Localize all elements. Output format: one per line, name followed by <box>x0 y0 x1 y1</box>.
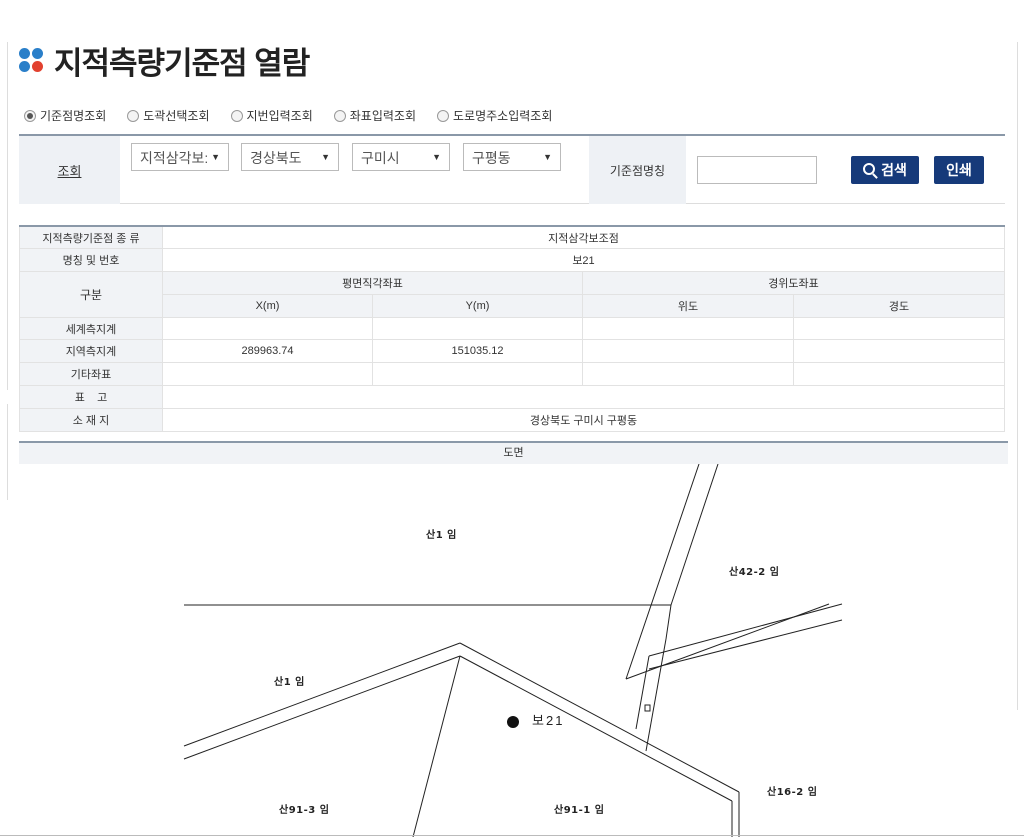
page-header: 지적측량기준점 열람 <box>19 38 310 83</box>
elevation-label: 표 고 <box>19 385 163 409</box>
search-button[interactable]: 검색 <box>851 156 919 184</box>
province-select[interactable]: 경상북도 ▼ <box>241 143 339 171</box>
elevation-value <box>162 385 1005 409</box>
cell-lon <box>793 316 1005 341</box>
location-value: 경상북도 구미시 구평동 <box>162 407 1005 432</box>
cell-lon <box>793 339 1005 364</box>
cadastral-map[interactable]: 산1 임 산42-2 임 산1 임 산91-3 임 산91-1 임 산16-2 … <box>19 464 1008 837</box>
dropdown-arrow-icon: ▼ <box>211 152 220 162</box>
cell-x <box>162 362 373 387</box>
parcel-label: 산1 임 <box>274 677 305 688</box>
cell-y <box>372 362 583 387</box>
table-row: 소 재 지 경상북도 구미시 구평동 <box>19 407 1005 432</box>
radio-icon <box>230 109 243 122</box>
point-name-label: 기준점명칭 <box>589 136 686 204</box>
table-row: 지적측량기준점 종 류 지적삼각보조점 <box>19 225 1005 250</box>
row-label: 세계측지계 <box>19 316 163 341</box>
page-title: 지적측량기준점 열람 <box>54 46 310 81</box>
select-value: 구미시 <box>361 150 400 166</box>
table-row: 구분 평면직각좌표 경위도좌표 <box>19 271 1005 318</box>
cell-x <box>162 316 373 341</box>
cell-lat <box>582 362 794 387</box>
type-value: 지적삼각보조점 <box>162 225 1005 250</box>
col-lon: 경도 <box>793 293 1005 318</box>
location-label: 소 재 지 <box>19 407 163 432</box>
radio-lot-number-search[interactable]: 지번입력조회 <box>230 107 313 124</box>
table-row: 기타좌표 <box>19 362 1005 387</box>
radio-icon <box>127 109 140 122</box>
plane-coord-header: 평면직각좌표 <box>162 271 583 295</box>
parcel-label: 산91-1 임 <box>554 805 605 816</box>
left-panel-edge <box>0 42 8 390</box>
name-label: 명칭 및 번호 <box>19 248 163 273</box>
radio-road-address-search[interactable]: 도로명주소입력조회 <box>437 107 552 124</box>
radio-name-search[interactable]: 기준점명조회 <box>24 107 106 124</box>
search-button-label: 검색 <box>881 162 907 178</box>
title-dots-icon <box>19 47 45 74</box>
right-panel-edge <box>1017 42 1024 710</box>
table-row: 세계측지계 <box>19 316 1005 341</box>
cell-y: 151035.12 <box>372 339 583 364</box>
point-type-select[interactable]: 지적삼각보: ▼ <box>131 143 229 171</box>
left-panel-edge <box>0 404 8 500</box>
type-label: 지적측량기준점 종 류 <box>19 225 163 250</box>
geo-coord-header: 경위도좌표 <box>582 271 1005 295</box>
parcel-label: 산42-2 임 <box>729 567 780 578</box>
cell-lon <box>793 362 1005 387</box>
cell-lat <box>582 316 794 341</box>
col-x: X(m) <box>162 293 373 318</box>
parcel-label: 산1 임 <box>426 530 457 541</box>
table-row: 표 고 <box>19 385 1005 409</box>
dropdown-arrow-icon: ▼ <box>543 152 552 162</box>
radio-label: 도로명주소입력조회 <box>453 109 553 123</box>
search-label: 조회 <box>19 136 120 204</box>
cell-x: 289963.74 <box>162 339 373 364</box>
radio-icon <box>333 109 346 122</box>
cell-y <box>372 316 583 341</box>
category-label: 구분 <box>19 271 163 318</box>
row-label: 기타좌표 <box>19 362 163 387</box>
select-value: 지적삼각보: <box>140 150 209 166</box>
search-icon <box>863 163 876 175</box>
select-value: 경상북도 <box>250 150 302 166</box>
col-y: Y(m) <box>372 293 583 318</box>
parcel-label: 산91-3 임 <box>279 805 330 816</box>
name-value: 보21 <box>162 248 1005 273</box>
radio-icon <box>24 109 36 122</box>
radio-label: 좌표입력조회 <box>349 109 416 123</box>
print-button-label: 인쇄 <box>946 162 972 178</box>
select-value: 구평동 <box>472 150 511 166</box>
radio-map-sheet-search[interactable]: 도곽선택조회 <box>127 107 210 124</box>
radio-label: 도곽선택조회 <box>143 109 210 123</box>
cell-lat <box>582 339 794 364</box>
control-point-label: 보21 <box>532 713 565 728</box>
dropdown-arrow-icon: ▼ <box>321 152 330 162</box>
point-name-input[interactable] <box>697 156 817 184</box>
search-panel: 조회 지적삼각보: ▼ 경상북도 ▼ 구미시 ▼ 구평동 ▼ 기준점명칭 검색 … <box>19 134 1005 204</box>
control-point-info-table: 지적측량기준점 종 류 지적삼각보조점 명칭 및 번호 보21 구분 평면직각좌… <box>19 225 1005 432</box>
district-select[interactable]: 구평동 ▼ <box>463 143 561 171</box>
dropdown-arrow-icon: ▼ <box>432 152 441 162</box>
print-button[interactable]: 인쇄 <box>934 156 984 184</box>
col-lat: 위도 <box>582 293 794 318</box>
parcel-label: 산16-2 임 <box>767 787 818 798</box>
radio-label: 기준점명조회 <box>40 109 107 123</box>
city-select[interactable]: 구미시 ▼ <box>352 143 450 171</box>
table-row: 명칭 및 번호 보21 <box>19 248 1005 273</box>
table-row: 지역측지계 289963.74 151035.12 <box>19 339 1005 364</box>
radio-icon <box>437 109 449 122</box>
radio-coordinate-search[interactable]: 좌표입력조회 <box>333 107 416 124</box>
map-header: 도면 <box>19 441 1008 464</box>
control-point-marker <box>507 716 519 728</box>
radio-label: 지번입력조회 <box>246 109 313 123</box>
map-lines <box>183 464 843 837</box>
bottom-divider <box>0 835 1024 836</box>
table-row: X(m) Y(m) 위도 경도 <box>20 293 1005 318</box>
search-mode-group: 기준점명조회 도곽선택조회 지번입력조회 좌표입력조회 도로명주소입력조회 <box>24 107 573 124</box>
row-label: 지역측지계 <box>19 339 163 364</box>
